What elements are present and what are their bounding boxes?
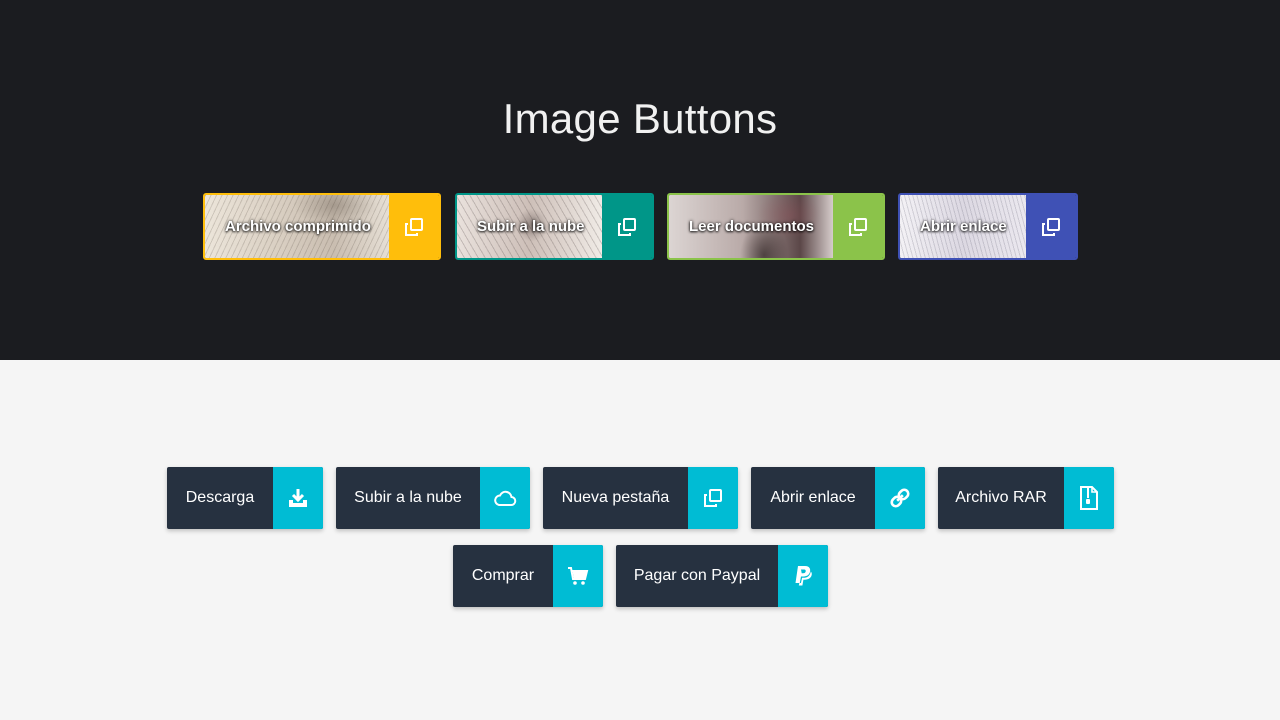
copy-icon <box>1042 217 1060 236</box>
button-label: Archivo RAR <box>955 489 1047 506</box>
image-button-abrir-enlace[interactable]: Abrir enlace <box>898 193 1078 260</box>
page-title: Image Buttons <box>502 95 778 142</box>
button-label: Subir a la nube <box>477 218 585 235</box>
header-section: Image Buttons Archivo comprimido Subir a… <box>0 0 1280 360</box>
copy-icon <box>618 217 636 236</box>
image-button-archivo-comprimido[interactable]: Archivo comprimido <box>203 193 441 260</box>
icon-box <box>553 545 603 607</box>
button-image: Archivo comprimido <box>205 195 389 258</box>
icon-box <box>1026 195 1076 258</box>
icon-box <box>875 467 925 529</box>
icon-box <box>833 195 883 258</box>
copy-icon <box>849 217 867 236</box>
button-label: Pagar con Paypal <box>633 567 761 584</box>
zip-file-icon <box>1080 486 1098 510</box>
link-icon <box>890 488 910 508</box>
icon-box <box>688 467 738 529</box>
button-label: Archivo comprimido <box>225 218 371 235</box>
icon-box <box>602 195 652 258</box>
comprar-button[interactable]: Comprar <box>453 545 603 607</box>
download-icon <box>289 489 307 507</box>
copy-icon <box>405 217 423 236</box>
button-image: Leer documentos <box>669 195 833 258</box>
button-label: Comprar <box>471 567 535 584</box>
icon-box <box>273 467 323 529</box>
subir-a-la-nube-button[interactable]: Subir a la nube <box>336 467 530 529</box>
cart-icon <box>568 567 589 585</box>
archivo-rar-button[interactable]: Archivo RAR <box>938 467 1114 529</box>
button-label: Subir a la nube <box>354 489 462 506</box>
button-image: Subir a la nube <box>457 195 602 258</box>
image-button-leer-documentos[interactable]: Leer documentos <box>667 193 885 260</box>
copy-icon <box>704 489 722 507</box>
icon-box <box>1064 467 1114 529</box>
icon-box <box>389 195 439 258</box>
button-label: Leer documentos <box>689 218 815 235</box>
button-label: Abrir enlace <box>770 489 856 506</box>
pagar-con-paypal-button[interactable]: Pagar con Paypal <box>616 545 828 607</box>
button-label: Abrir enlace <box>920 218 1007 235</box>
image-button-subir-a-la-nube[interactable]: Subir a la nube <box>455 193 654 260</box>
button-label: Descarga <box>185 489 255 506</box>
nueva-pestana-button[interactable]: Nueva pestaña <box>543 467 738 529</box>
descarga-button[interactable]: Descarga <box>167 467 323 529</box>
cloud-icon <box>494 490 517 506</box>
icon-box <box>480 467 530 529</box>
button-label: Nueva pestaña <box>561 489 670 506</box>
abrir-enlace-button[interactable]: Abrir enlace <box>751 467 925 529</box>
button-image: Abrir enlace <box>900 195 1026 258</box>
paypal-icon <box>795 566 812 586</box>
icon-box <box>778 545 828 607</box>
